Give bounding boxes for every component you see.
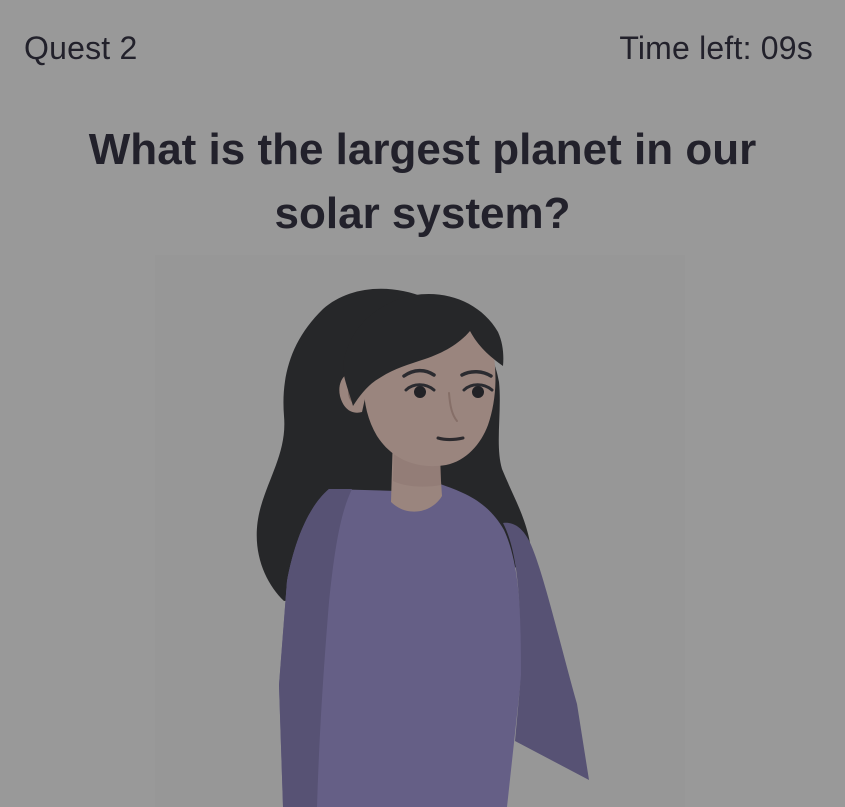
question-text: What is the largest planet in our solar … bbox=[88, 125, 757, 238]
quest-label: Quest 2 bbox=[24, 30, 138, 66]
character-scene bbox=[155, 255, 685, 807]
girl-character-illustration bbox=[256, 288, 589, 807]
timer-label: Time left: 09s bbox=[619, 30, 813, 66]
left-eye bbox=[414, 386, 426, 398]
right-eye bbox=[472, 386, 484, 398]
game-header: Quest 2 Time left: 09s bbox=[0, 0, 845, 100]
mouth bbox=[436, 436, 465, 441]
